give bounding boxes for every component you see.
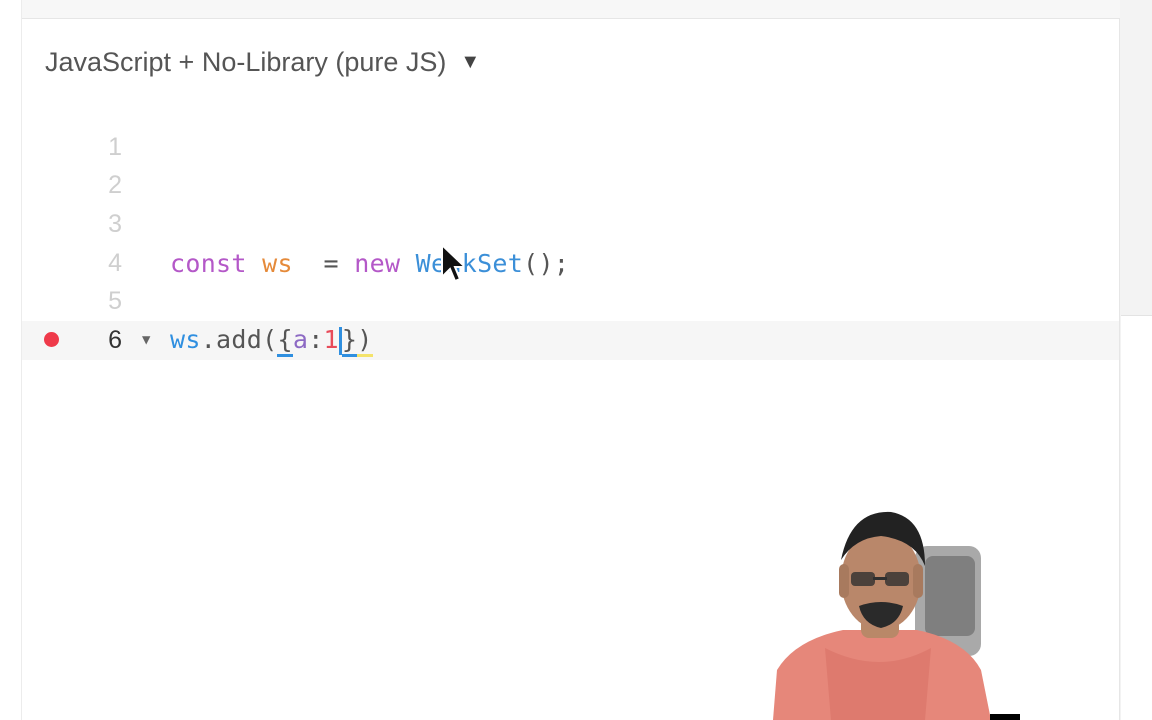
code-line[interactable]: 3 — [22, 205, 1119, 244]
line-number: 1 — [108, 132, 122, 161]
code-line-active[interactable]: 6 ▼ ws.add({a:1}) — [22, 320, 1119, 360]
line-number: 6 — [108, 325, 122, 354]
line-number: 2 — [108, 171, 122, 200]
brace-open: { — [277, 325, 293, 358]
call-punctuation: (); — [523, 248, 570, 278]
line-number: 4 — [108, 248, 122, 277]
paren-close: ) — [357, 325, 373, 358]
language-selector[interactable]: JavaScript + No-Library (pure JS) ▼ — [45, 47, 480, 78]
code-line[interactable]: 4 const ws = new WeakSet(); — [22, 244, 1119, 283]
code-line[interactable]: 5 — [22, 282, 1119, 321]
variable-ws: ws — [262, 248, 293, 278]
class-weakset: WeakSet — [415, 248, 524, 278]
camera-overlay-bar — [990, 714, 1020, 720]
fold-triangle-icon[interactable]: ▼ — [142, 332, 150, 348]
top-strip — [22, 0, 1120, 19]
breakpoint-dot-icon[interactable] — [44, 332, 59, 348]
code-editor[interactable]: 1 2 3 4 const ws = new WeakSet(); 5 6 ▼ … — [22, 128, 1119, 360]
identifier-ws: ws — [170, 325, 201, 355]
method-add: .add( — [200, 325, 278, 355]
right-scroll-gutter[interactable] — [1121, 0, 1152, 316]
language-label: JavaScript + No-Library (pure JS) — [45, 47, 447, 77]
number-literal: 1 — [323, 325, 339, 355]
colon: : — [308, 325, 324, 355]
line-number: 3 — [108, 209, 122, 238]
left-gutter — [0, 0, 22, 720]
code-text[interactable]: const ws = new WeakSet(); — [170, 249, 569, 278]
keyword-const: const — [170, 248, 247, 278]
line-number: 5 — [108, 287, 122, 316]
editor-page: JavaScript + No-Library (pure JS) ▼ 1 2 … — [0, 0, 1152, 720]
code-text[interactable]: ws.add({a:1}) — [170, 325, 373, 358]
code-line[interactable]: 2 — [22, 167, 1119, 206]
mouse-pointer-icon — [441, 243, 464, 283]
code-line[interactable]: 1 — [22, 128, 1119, 167]
property-a: a — [292, 325, 309, 355]
keyword-new: new — [354, 248, 401, 278]
brace-close: } — [341, 325, 358, 358]
right-lower-area — [1121, 316, 1152, 720]
assign-operator: = — [323, 248, 339, 278]
webcam-presenter — [773, 511, 991, 720]
triangle-down-icon[interactable]: ▼ — [460, 51, 480, 74]
breakpoint-slot[interactable] — [44, 332, 60, 348]
